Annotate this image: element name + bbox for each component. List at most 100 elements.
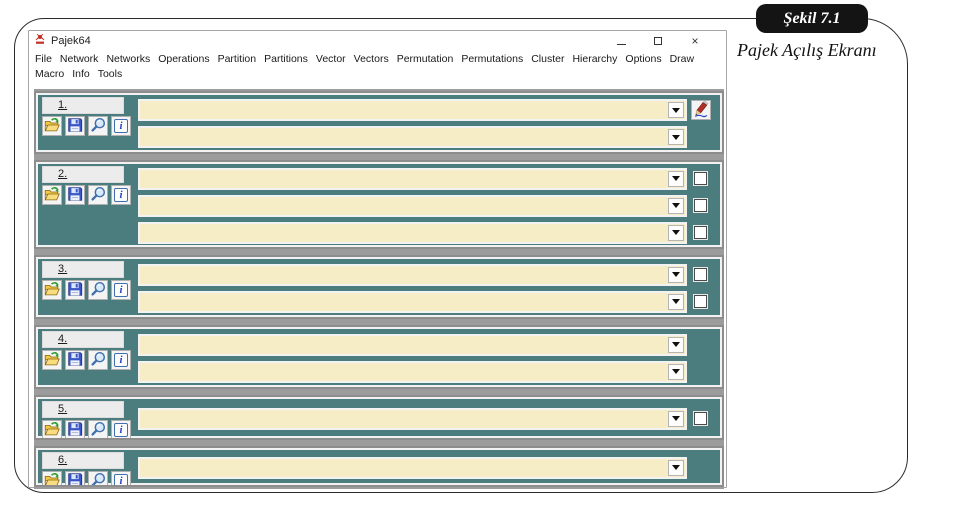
combo-dropdown-button[interactable] <box>668 102 684 118</box>
minimize-button[interactable] <box>616 36 626 46</box>
menu-file[interactable]: File <box>35 52 52 67</box>
panel-6: 6.i <box>34 446 724 487</box>
object-combo-select[interactable] <box>138 264 687 286</box>
combo-dropdown-button[interactable] <box>668 171 684 187</box>
info-button[interactable]: i <box>111 420 131 440</box>
draw-network-button[interactable] <box>691 100 711 120</box>
object-combo-select[interactable] <box>138 457 687 479</box>
view-button[interactable] <box>88 350 108 370</box>
combo-dropdown-button[interactable] <box>668 225 684 241</box>
combo-field[interactable] <box>140 266 667 284</box>
open-file-button[interactable] <box>42 185 62 205</box>
close-button[interactable]: × <box>690 36 700 46</box>
combo-dropdown-button[interactable] <box>668 198 684 214</box>
open-file-button[interactable] <box>42 420 62 440</box>
save-file-button[interactable] <box>65 185 85 205</box>
save-file-button[interactable] <box>65 280 85 300</box>
combo-field[interactable] <box>140 197 667 215</box>
row-checkbox[interactable] <box>694 199 707 212</box>
row-checkbox[interactable] <box>694 172 707 185</box>
info-icon: i <box>114 119 128 133</box>
menu-vectors[interactable]: Vectors <box>354 52 389 67</box>
object-combo-select[interactable] <box>138 334 687 356</box>
menu-partition[interactable]: Partition <box>218 52 257 67</box>
minimize-icon <box>617 44 626 45</box>
combo-dropdown-button[interactable] <box>668 364 684 380</box>
object-combo-select[interactable] <box>138 291 687 313</box>
combo-dropdown-button[interactable] <box>668 337 684 353</box>
row-checkbox[interactable] <box>694 226 707 239</box>
combo-dropdown-button[interactable] <box>668 129 684 145</box>
object-combo-select[interactable] <box>138 168 687 190</box>
info-button[interactable]: i <box>111 116 131 136</box>
panel-rows <box>138 401 714 436</box>
menu-vector[interactable]: Vector <box>316 52 346 67</box>
save-file-button[interactable] <box>65 116 85 136</box>
view-button[interactable] <box>88 185 108 205</box>
menu-tools[interactable]: Tools <box>98 67 123 82</box>
row-checkbox[interactable] <box>694 295 707 308</box>
combo-field[interactable] <box>140 363 667 381</box>
info-icon: i <box>114 283 128 297</box>
combo-dropdown-button[interactable] <box>668 411 684 427</box>
menu-info[interactable]: Info <box>72 67 90 82</box>
object-combo-select[interactable] <box>138 99 687 121</box>
combo-field[interactable] <box>140 101 667 119</box>
info-button[interactable]: i <box>111 471 131 487</box>
combo-field[interactable] <box>140 128 667 146</box>
extra-cell-checkbox <box>687 172 714 185</box>
combo-field[interactable] <box>140 459 667 477</box>
row-checkbox[interactable] <box>694 412 707 425</box>
object-combo-select[interactable] <box>138 126 687 148</box>
view-button[interactable] <box>88 471 108 487</box>
view-button[interactable] <box>88 420 108 440</box>
save-file-button[interactable] <box>65 471 85 487</box>
magnifier-icon <box>89 280 107 301</box>
row-checkbox[interactable] <box>694 268 707 281</box>
panel-1: 1.i <box>34 91 724 154</box>
combo-dropdown-button[interactable] <box>668 294 684 310</box>
menu-network[interactable]: Network <box>60 52 99 67</box>
open-file-button[interactable] <box>42 280 62 300</box>
menu-hierarchy[interactable]: Hierarchy <box>572 52 617 67</box>
menu-partitions[interactable]: Partitions <box>264 52 308 67</box>
menu-permutations[interactable]: Permutations <box>461 52 523 67</box>
info-button[interactable]: i <box>111 185 131 205</box>
panel-toolbar: i <box>42 350 138 370</box>
open-file-button[interactable] <box>42 471 62 487</box>
menu-draw[interactable]: Draw <box>670 52 695 67</box>
combo-dropdown-button[interactable] <box>668 267 684 283</box>
combo-field[interactable] <box>140 336 667 354</box>
info-icon: i <box>114 474 128 487</box>
combo-field[interactable] <box>140 293 667 311</box>
combo-field[interactable] <box>140 170 667 188</box>
info-button[interactable]: i <box>111 280 131 300</box>
menu-cluster[interactable]: Cluster <box>531 52 564 67</box>
object-combo-select[interactable] <box>138 195 687 217</box>
menu-macro[interactable]: Macro <box>35 67 64 82</box>
combo-dropdown-button[interactable] <box>668 460 684 476</box>
menu-operations[interactable]: Operations <box>158 52 209 67</box>
titlebar: Pajek64 × <box>29 31 726 51</box>
object-combo-select[interactable] <box>138 361 687 383</box>
floppy-disk-icon <box>66 280 84 301</box>
panel-rows <box>138 261 714 315</box>
combo-field[interactable] <box>140 410 667 428</box>
object-combo-select[interactable] <box>138 222 687 244</box>
menu-permutation[interactable]: Permutation <box>397 52 454 67</box>
save-file-button[interactable] <box>65 420 85 440</box>
menu-networks[interactable]: Networks <box>106 52 150 67</box>
figure-caption: Pajek Açılış Ekranı <box>737 40 877 61</box>
open-folder-icon <box>43 116 61 137</box>
open-file-button[interactable] <box>42 350 62 370</box>
object-combo-select[interactable] <box>138 408 687 430</box>
open-file-button[interactable] <box>42 116 62 136</box>
view-button[interactable] <box>88 116 108 136</box>
save-file-button[interactable] <box>65 350 85 370</box>
info-button[interactable]: i <box>111 350 131 370</box>
combo-field[interactable] <box>140 224 667 242</box>
view-button[interactable] <box>88 280 108 300</box>
maximize-button[interactable] <box>653 36 663 46</box>
menu-options[interactable]: Options <box>625 52 661 67</box>
panel-2: 2.i <box>34 160 724 249</box>
